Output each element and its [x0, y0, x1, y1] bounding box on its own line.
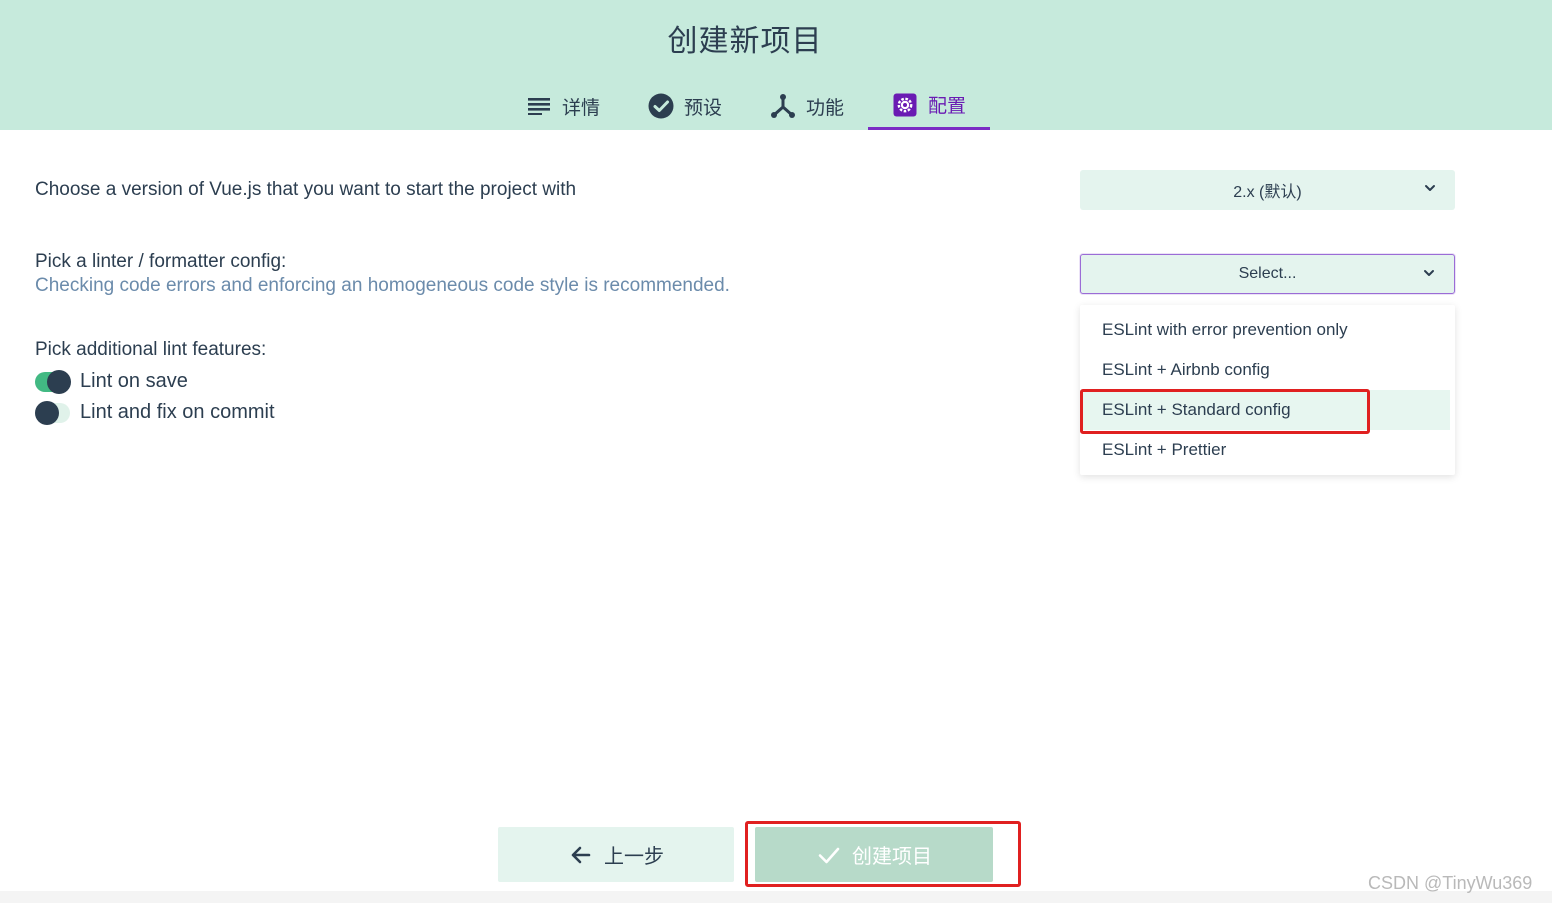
tab-presets-label: 预设 — [683, 96, 722, 119]
create-project-button-label: 创建项目 — [852, 844, 932, 868]
back-button[interactable]: 上一步 — [498, 827, 734, 882]
lint-on-save-label: Lint on save — [80, 370, 188, 392]
tab-details[interactable]: 详情 — [513, 82, 613, 130]
tab-features-label: 功能 — [805, 96, 844, 119]
linter-option-highlighted[interactable]: ESLint + Standard config — [1080, 390, 1450, 430]
list-icon — [526, 93, 552, 119]
linter-option[interactable]: ESLint + Prettier — [1080, 430, 1450, 470]
vue-version-label: Choose a version of Vue.js that you want… — [35, 179, 577, 200]
tab-details-label: 详情 — [561, 96, 600, 119]
bottom-strip — [0, 891, 1552, 903]
vue-version-value: 2.x (默认) — [1233, 184, 1302, 201]
check-circle-icon — [648, 93, 674, 119]
linter-label: Pick a linter / formatter config: — [35, 251, 287, 272]
tab-config-label: 配置 — [927, 95, 966, 117]
linter-option[interactable]: ESLint with error prevention only — [1080, 310, 1450, 350]
back-button-label: 上一步 — [604, 844, 664, 868]
chevron-down-icon — [1423, 181, 1437, 195]
tab-config[interactable]: 配置 — [868, 82, 990, 130]
header: 创建新项目 详情 预设 功能 配置 — [0, 0, 1552, 130]
linter-description: Checking code errors and enforcing an ho… — [35, 275, 730, 296]
linter-option[interactable]: ESLint + Airbnb config — [1080, 350, 1450, 390]
lint-features-label: Pick additional lint features: — [35, 339, 267, 360]
lint-fix-on-commit-label: Lint and fix on commit — [80, 401, 275, 423]
check-icon — [816, 842, 842, 868]
tab-features[interactable]: 功能 — [757, 82, 857, 130]
lint-fix-on-commit-toggle[interactable] — [35, 401, 70, 425]
tab-presets[interactable]: 预设 — [635, 82, 735, 130]
toggle-knob — [47, 370, 71, 394]
linter-select[interactable]: Select... — [1080, 254, 1455, 294]
watermark: CSDN @TinyWu369 — [1368, 873, 1533, 893]
linter-select-placeholder: Select... — [1238, 265, 1297, 282]
page-title: 创建新项目 — [667, 24, 823, 59]
fork-icon — [770, 93, 796, 119]
lint-on-save-toggle[interactable] — [35, 370, 71, 394]
chevron-down-icon — [1422, 266, 1436, 280]
arrow-left-icon — [568, 842, 594, 868]
vue-version-select[interactable]: 2.x (默认) — [1080, 170, 1455, 210]
create-project-button[interactable]: 创建项目 — [755, 827, 993, 882]
gear-icon — [892, 92, 918, 118]
toggle-knob — [35, 401, 59, 425]
linter-dropdown: ESLint with error prevention only ESLint… — [1080, 305, 1455, 475]
